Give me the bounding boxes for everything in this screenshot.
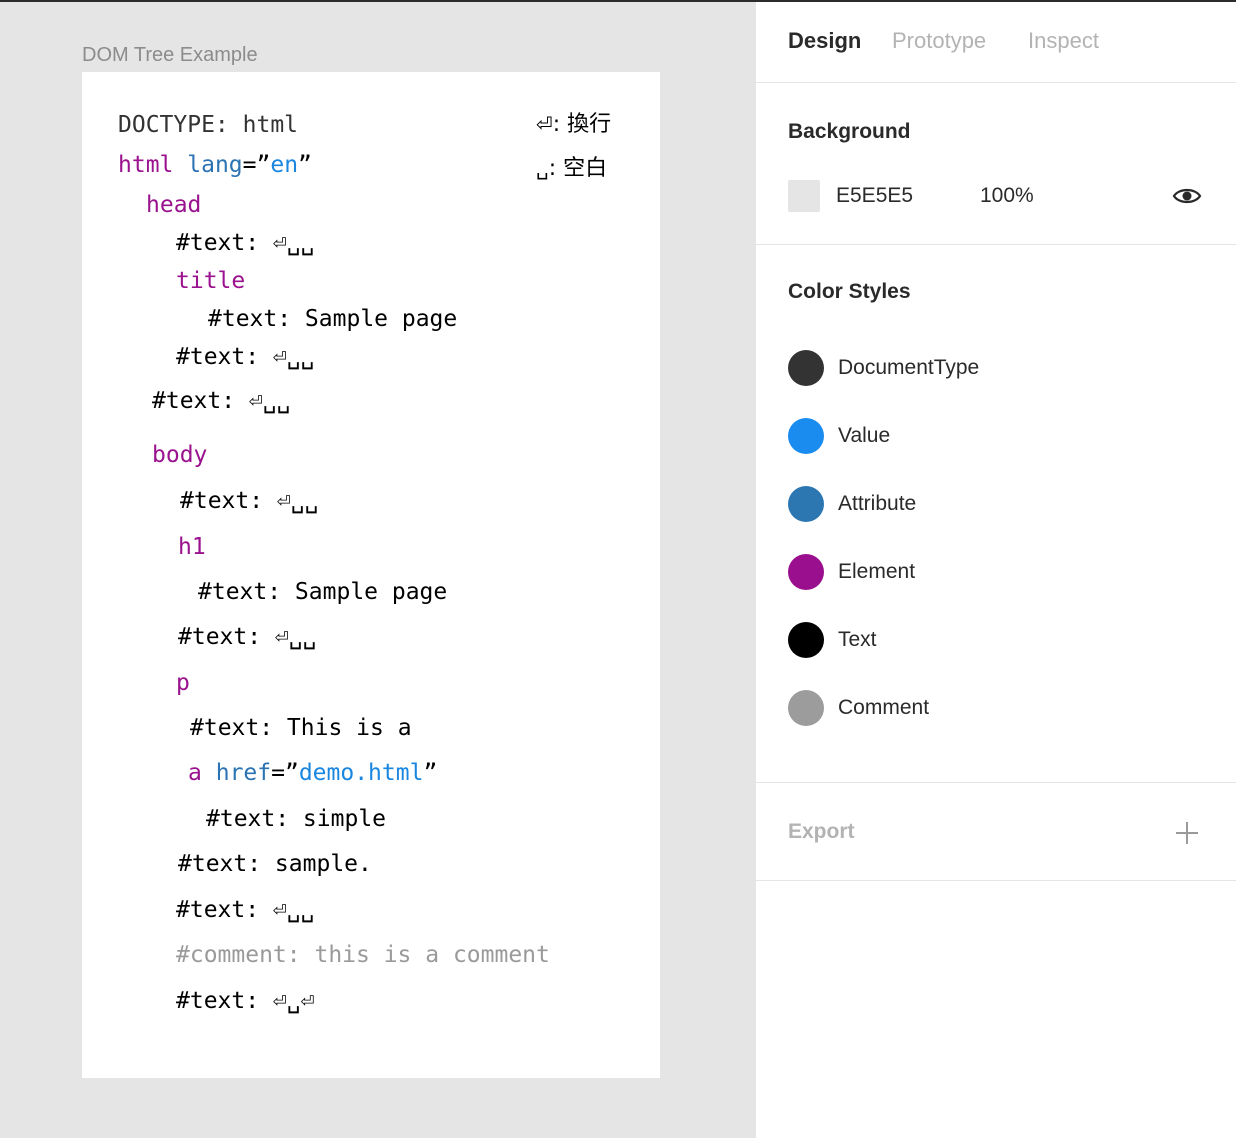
text-node: #text: ⏎␣␣ bbox=[176, 230, 315, 256]
color-style-label: Comment bbox=[838, 696, 930, 719]
text-node: #text: ⏎␣␣ bbox=[176, 344, 315, 370]
color-dot bbox=[788, 690, 824, 726]
equals: =” bbox=[271, 760, 299, 786]
color-style-comment[interactable]: Comment bbox=[788, 690, 1208, 726]
background-color-swatch[interactable] bbox=[788, 180, 820, 212]
color-style-documenttype[interactable]: DocumentType bbox=[788, 350, 1208, 386]
color-dot bbox=[788, 418, 824, 454]
text-node: #text: sample. bbox=[178, 851, 372, 877]
text-node: #text: Sample page bbox=[208, 306, 458, 332]
doctype-node: DOCTYPE: html bbox=[118, 112, 299, 138]
dom-tree-frame[interactable]: ⏎: 換行 ␣: 空白 DOCTYPE: html html lang=”en”… bbox=[82, 72, 660, 1078]
title-node: title bbox=[176, 268, 246, 294]
color-dot bbox=[788, 554, 824, 590]
head-node: head bbox=[146, 192, 202, 218]
color-dot bbox=[788, 622, 824, 658]
tab-design[interactable]: Design bbox=[788, 28, 861, 54]
panel-tabs: Design Prototype Inspect bbox=[756, 2, 1236, 83]
legend-newline-label: : 換行 bbox=[552, 112, 612, 137]
divider bbox=[756, 782, 1236, 783]
color-style-attribute[interactable]: Attribute bbox=[788, 486, 1208, 522]
p-node: p bbox=[176, 670, 190, 696]
space-icon: ␣ bbox=[536, 156, 549, 180]
color-style-text[interactable]: Text bbox=[788, 622, 1208, 658]
a-tag: a bbox=[188, 760, 202, 786]
text-node: #text: ⏎␣␣ bbox=[178, 624, 317, 650]
comment-node: #comment: this is a comment bbox=[176, 942, 550, 968]
html-tag: html bbox=[118, 152, 174, 178]
text-node: #text: Sample page bbox=[198, 579, 448, 605]
color-style-element[interactable]: Element bbox=[788, 554, 1208, 590]
return-icon: ⏎ bbox=[536, 112, 553, 136]
text-node: #text: ⏎␣␣ bbox=[176, 897, 315, 923]
eye-icon[interactable] bbox=[1172, 182, 1202, 210]
legend-space: ␣: 空白 bbox=[536, 150, 607, 182]
href-attribute: href bbox=[215, 760, 272, 786]
color-dot bbox=[788, 350, 824, 386]
text-node: #text: This is a bbox=[190, 715, 412, 741]
lang-value: en bbox=[270, 152, 299, 178]
tab-prototype[interactable]: Prototype bbox=[892, 28, 986, 54]
divider bbox=[756, 244, 1236, 245]
h1-node: h1 bbox=[178, 534, 206, 560]
background-opacity-input[interactable]: 100% bbox=[980, 184, 1034, 208]
background-hex-input[interactable]: E5E5E5 bbox=[836, 184, 913, 208]
text-node: #text: ⏎␣␣ bbox=[180, 488, 319, 514]
text-node: #text: ⏎␣␣ bbox=[152, 388, 291, 414]
background-section-title: Background bbox=[788, 120, 911, 143]
plus-icon[interactable] bbox=[1174, 820, 1200, 846]
html-node: html lang=”en” bbox=[118, 150, 312, 180]
lang-attribute: lang bbox=[187, 152, 243, 178]
legend-newline: ⏎: 換行 bbox=[536, 106, 611, 138]
body-node: body bbox=[152, 442, 208, 468]
text-node: #text: simple bbox=[206, 806, 387, 832]
color-style-value[interactable]: Value bbox=[788, 418, 1208, 454]
legend-space-label: : 空白 bbox=[548, 156, 608, 181]
color-dot bbox=[788, 486, 824, 522]
color-styles-section-title: Color Styles bbox=[788, 280, 911, 303]
text-node: #text: ⏎␣⏎ bbox=[176, 988, 315, 1014]
color-style-label: Attribute bbox=[838, 492, 917, 515]
canvas[interactable]: DOM Tree Example ⏎: 換行 ␣: 空白 DOCTYPE: ht… bbox=[0, 2, 756, 1138]
color-style-label: Element bbox=[838, 560, 916, 583]
href-value: demo.html bbox=[298, 760, 424, 786]
design-panel: Design Prototype Inspect Background E5E5… bbox=[756, 2, 1236, 1138]
equals: =” bbox=[242, 152, 271, 178]
a-node: a href=”demo.html” bbox=[188, 758, 437, 788]
color-style-label: Text bbox=[838, 628, 877, 651]
close-quote: ” bbox=[423, 760, 438, 786]
divider bbox=[756, 880, 1236, 881]
color-style-label: DocumentType bbox=[838, 356, 980, 379]
export-section-title[interactable]: Export bbox=[788, 820, 855, 844]
close-quote: ” bbox=[298, 152, 312, 178]
color-style-label: Value bbox=[838, 424, 891, 447]
tab-inspect[interactable]: Inspect bbox=[1028, 28, 1099, 54]
frame-title[interactable]: DOM Tree Example bbox=[82, 44, 258, 67]
